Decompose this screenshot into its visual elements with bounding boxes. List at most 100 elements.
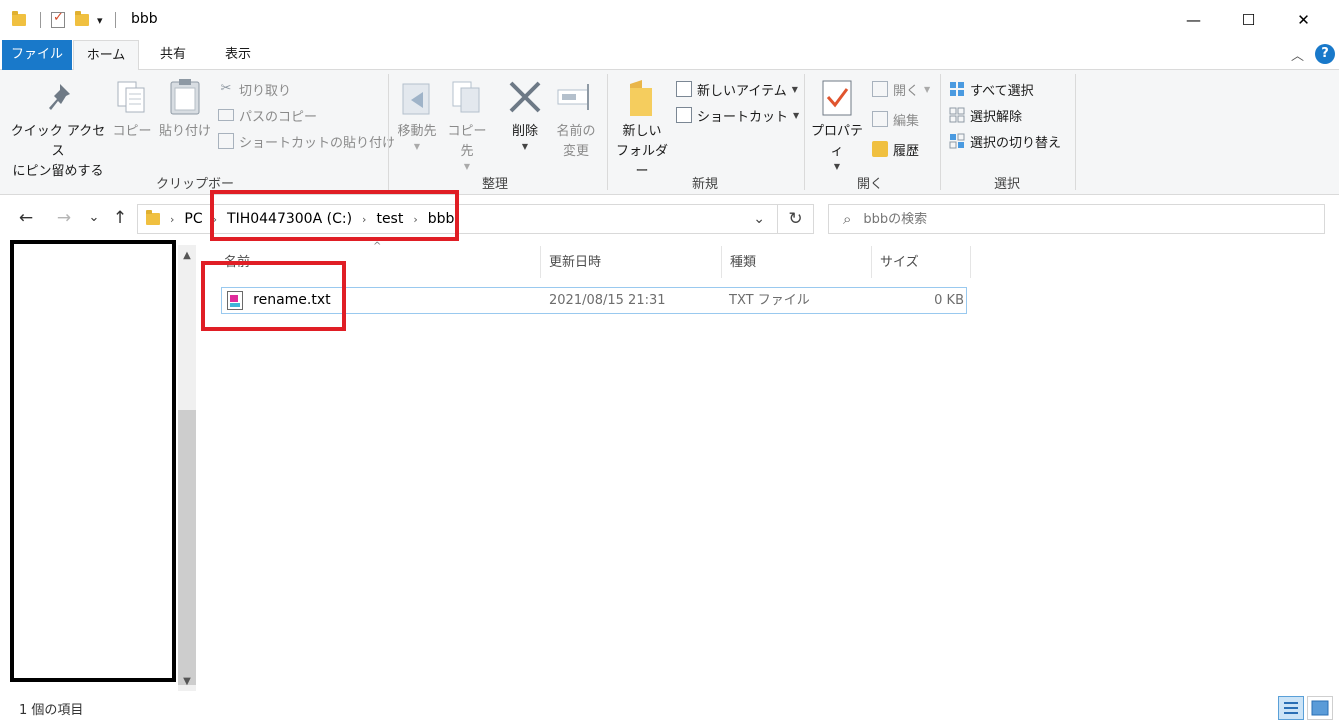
column-header-size[interactable]: サイズ [872, 252, 970, 278]
details-view-icon[interactable] [1278, 696, 1304, 720]
copy-to-button[interactable]: コピー先 ▼ [443, 78, 491, 171]
pin-label-line1: クイック アクセス [10, 124, 106, 159]
new-item-label: 新しいアイテム [697, 83, 787, 99]
select-all-button[interactable]: すべて選択 [949, 78, 1061, 100]
properties-caret-icon: ▼ [833, 162, 841, 171]
delete-caret-icon: ▼ [521, 142, 529, 151]
scroll-down-icon[interactable]: ▼ [178, 673, 196, 691]
history-button[interactable]: 履歴 [872, 138, 930, 160]
ribbon-collapse-icon[interactable]: ︿ [1291, 45, 1304, 64]
shortcut-label: ショートカット [697, 109, 789, 125]
close-button[interactable]: ✕ [1276, 0, 1331, 40]
delete-x-icon [509, 81, 541, 113]
scroll-thumb[interactable] [178, 410, 196, 685]
file-type: TXT ファイル [729, 293, 810, 308]
rename-icon [557, 84, 589, 110]
copy-label: コピー [112, 124, 152, 139]
copy-path-icon [218, 109, 234, 121]
open-caret-icon: ▼ [924, 84, 931, 94]
address-dropdown-icon[interactable]: ⌄ [753, 211, 765, 227]
new-item-button[interactable]: 新しいアイテム ▼ [676, 78, 799, 100]
search-icon: ⌕ [843, 210, 852, 228]
forward-arrow-icon[interactable]: → [52, 206, 76, 230]
organize-group-label: 整理 [481, 177, 508, 192]
delete-button[interactable]: 削除 ▼ [502, 78, 548, 151]
edit-button[interactable]: 編集 [872, 108, 930, 130]
move-to-label: 移動先 [397, 124, 437, 139]
properties-icon[interactable] [51, 10, 65, 28]
back-arrow-icon[interactable]: ← [14, 206, 38, 230]
recent-locations-icon[interactable]: ⌄ [82, 206, 106, 230]
column-header-type[interactable]: 種類 [722, 252, 871, 278]
properties-label: プロパティ [810, 124, 863, 159]
large-icons-view-icon[interactable] [1307, 696, 1333, 720]
quick-access-toolbar: ▾ [12, 10, 116, 30]
up-arrow-icon[interactable]: ↑ [108, 206, 132, 230]
properties-check-icon [822, 80, 852, 116]
select-group-label: 選択 [993, 177, 1020, 192]
new-item-caret-icon: ▼ [791, 84, 798, 94]
new-folder-icon[interactable] [75, 11, 89, 26]
open-small-items: 開く ▼ 編集 履歴 [872, 78, 930, 160]
open-group-label: 開く [856, 177, 883, 192]
new-folder-label-line2: フォルダー [615, 144, 668, 179]
folder-icon [12, 11, 26, 26]
tab-home[interactable]: ホーム [73, 40, 139, 71]
invert-selection-label: 選択の切り替え [970, 135, 1062, 151]
tab-view[interactable]: 表示 [206, 40, 270, 70]
select-none-label: 選択解除 [970, 109, 1023, 125]
rename-label-line2: 変更 [562, 144, 589, 159]
rename-button[interactable]: 名前の 変更 [552, 78, 600, 162]
open-icon [872, 81, 888, 97]
open-button[interactable]: 開く ▼ [872, 78, 930, 100]
new-group-label: 新規 [691, 177, 718, 192]
scroll-up-icon[interactable]: ▲ [178, 247, 196, 265]
copy-path-button[interactable]: パスのコピー [218, 104, 395, 126]
cut-button[interactable]: ✂ 切り取り [218, 78, 395, 100]
paste-button[interactable]: 貼り付け [157, 78, 213, 142]
tab-file[interactable]: ファイル [2, 40, 72, 70]
pin-label-line2: にピン留めする [12, 164, 104, 179]
help-icon[interactable]: ? [1315, 44, 1335, 64]
open-label: 開く [893, 83, 920, 99]
refresh-button[interactable]: ↻ [778, 204, 814, 234]
copy-to-caret-icon: ▼ [463, 162, 471, 171]
edit-label: 編集 [893, 113, 920, 129]
navigation-bar: ← → ⌄ ↑ › PC › TIH0447300A (C:) › test ›… [0, 196, 1339, 242]
select-none-icon [949, 107, 965, 123]
minimize-button[interactable]: — [1166, 0, 1221, 40]
edit-icon [872, 111, 888, 127]
pin-to-quick-access-button[interactable]: クイック アクセス にピン留めする [8, 78, 108, 182]
breadcrumb-separator: › [170, 212, 175, 226]
shortcut-button[interactable]: ショートカット ▼ [676, 104, 799, 126]
breadcrumb-pc[interactable]: PC [184, 211, 202, 227]
maximize-button[interactable]: ☐ [1221, 0, 1276, 40]
group-divider [804, 74, 805, 190]
window-title: bbb [131, 11, 158, 27]
group-divider [388, 74, 389, 190]
group-divider [607, 74, 608, 190]
search-box[interactable]: ⌕ [828, 204, 1325, 234]
cut-label: 切り取り [239, 83, 292, 99]
navigation-pane[interactable] [10, 240, 176, 682]
move-to-button[interactable]: 移動先 ▼ [393, 78, 441, 151]
column-header-modified[interactable]: 更新日時 [541, 252, 721, 278]
copy-button[interactable]: コピー [112, 78, 152, 142]
invert-selection-button[interactable]: 選択の切り替え [949, 130, 1061, 152]
new-folder-button[interactable]: 新しい フォルダー [612, 78, 672, 182]
move-to-caret-icon: ▼ [413, 142, 421, 151]
history-label: 履歴 [893, 143, 920, 159]
paste-shortcut-button[interactable]: ショートカットの貼り付け [218, 130, 395, 152]
tab-share[interactable]: 共有 [140, 40, 206, 70]
properties-button[interactable]: プロパティ ▼ [808, 78, 866, 171]
folder-icon [146, 210, 160, 225]
navigation-pane-scrollbar[interactable]: ▲ ▼ [178, 245, 196, 691]
select-none-button[interactable]: 選択解除 [949, 104, 1061, 126]
shortcut-icon [676, 107, 692, 123]
select-all-icon [950, 82, 964, 96]
column-divider[interactable] [970, 246, 971, 278]
customize-quick-access-icon[interactable]: ▾ [97, 14, 103, 27]
paste-icon [170, 79, 200, 115]
search-input[interactable] [863, 211, 1264, 227]
toolbar-divider [114, 12, 116, 28]
